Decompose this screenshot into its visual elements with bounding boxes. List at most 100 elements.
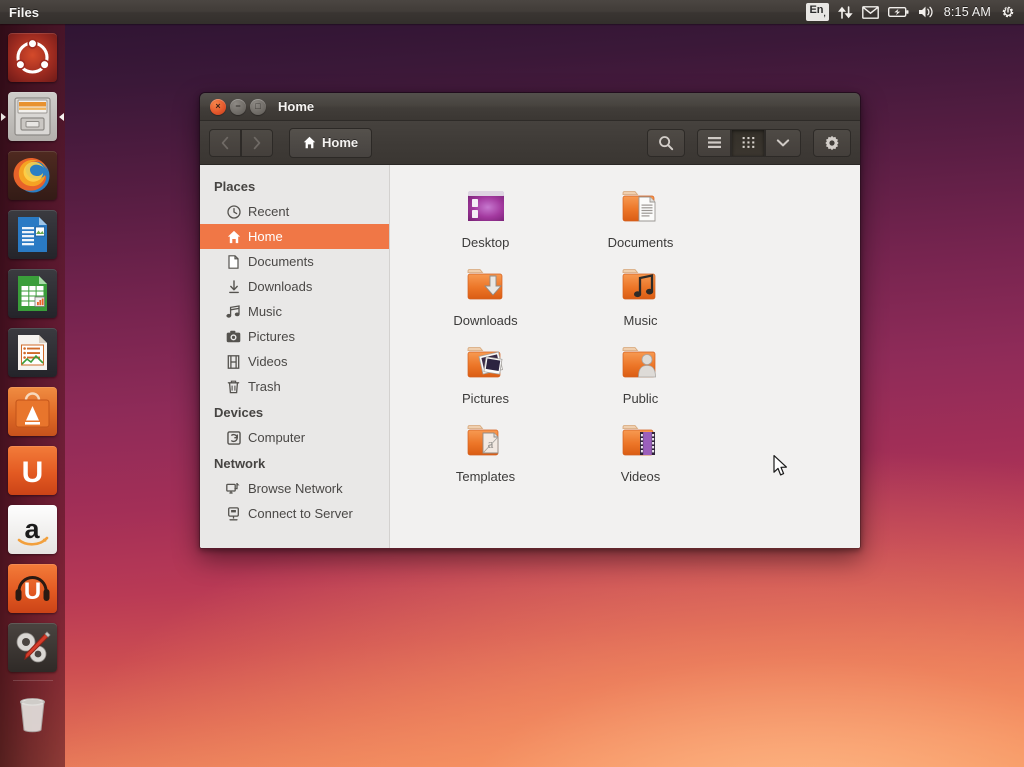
- sidebar-item-documents[interactable]: Documents: [200, 249, 389, 274]
- camera-icon: [226, 329, 241, 344]
- view-mode-group: [697, 129, 801, 157]
- videos-folder-icon: [617, 417, 665, 465]
- back-button[interactable]: [209, 129, 241, 157]
- maximize-button[interactable]: □: [250, 99, 266, 115]
- launcher-item-files[interactable]: [0, 87, 65, 146]
- file-item-videos[interactable]: Videos: [563, 415, 718, 493]
- sidebar-item-home[interactable]: Home: [200, 224, 389, 249]
- sidebar-heading-network: Network: [200, 450, 389, 476]
- public-folder-icon: [617, 339, 665, 387]
- launcher-item-libreoffice-writer[interactable]: [0, 205, 65, 264]
- app-menu-title[interactable]: Files: [9, 5, 39, 20]
- window-body: Places Recent Home Documents: [200, 165, 860, 549]
- file-item-downloads[interactable]: Downloads: [408, 259, 563, 337]
- sidebar-item-recent[interactable]: Recent: [200, 199, 389, 224]
- svg-text:a: a: [24, 514, 40, 544]
- sound-indicator[interactable]: [918, 0, 935, 24]
- launcher-item-amazon[interactable]: a: [0, 500, 65, 559]
- file-item-label: Pictures: [462, 391, 509, 406]
- file-item-pictures[interactable]: Pictures: [408, 337, 563, 415]
- file-item-music[interactable]: Music: [563, 259, 718, 337]
- messaging-indicator[interactable]: [862, 0, 879, 24]
- chevron-down-icon: [776, 138, 790, 148]
- sidebar-heading-places: Places: [200, 173, 389, 199]
- launcher-item-libreoffice-impress[interactable]: [0, 323, 65, 382]
- file-item-label: Videos: [621, 469, 661, 484]
- maximize-icon: □: [250, 99, 266, 115]
- mouse-cursor: [773, 455, 789, 483]
- file-item-public[interactable]: Public: [563, 337, 718, 415]
- launcher-item-software-updater[interactable]: U: [0, 441, 65, 500]
- trash-icon: [226, 379, 241, 394]
- network-icon: [226, 481, 241, 496]
- window-titlebar[interactable]: × − □ Home: [200, 93, 860, 121]
- clock-indicator[interactable]: 8:15 AM: [944, 0, 991, 24]
- sidebar-item-trash[interactable]: Trash: [200, 374, 389, 399]
- sidebar-item-browse-network[interactable]: Browse Network: [200, 476, 389, 501]
- file-item-documents[interactable]: Documents: [563, 181, 718, 259]
- sidebar-item-videos[interactable]: Videos: [200, 349, 389, 374]
- computer-icon: [226, 430, 241, 445]
- sidebar-heading-devices: Devices: [200, 399, 389, 425]
- unity-launcher: U a U: [0, 24, 65, 767]
- templates-folder-icon: a: [462, 417, 510, 465]
- settings-menu-button[interactable]: [813, 129, 851, 157]
- updater-u-icon: U: [8, 446, 57, 495]
- sidebar-item-label: Browse Network: [248, 481, 343, 496]
- launcher-item-ubuntu-one-music[interactable]: U: [0, 559, 65, 618]
- session-menu-indicator[interactable]: [1000, 0, 1016, 24]
- trash-icon: [8, 689, 57, 738]
- file-item-label: Downloads: [453, 313, 517, 328]
- view-options-button[interactable]: [765, 129, 801, 157]
- software-center-bag-icon: [8, 387, 57, 436]
- breadcrumb-home[interactable]: Home: [289, 128, 372, 158]
- libreoffice-writer-icon: [8, 210, 57, 259]
- gear-icon: [824, 135, 840, 151]
- navigation-buttons: [209, 129, 273, 157]
- file-manager-window: × − □ Home Home: [199, 92, 861, 549]
- launcher-item-dash-home[interactable]: [0, 28, 65, 87]
- launcher-item-trash[interactable]: [0, 684, 65, 743]
- launcher-item-firefox[interactable]: [0, 146, 65, 205]
- window-controls: × − □: [210, 99, 266, 115]
- sidebar-item-label: Pictures: [248, 329, 295, 344]
- file-item-desktop[interactable]: Desktop: [408, 181, 563, 259]
- search-button[interactable]: [647, 129, 685, 157]
- sidebar-item-music[interactable]: Music: [200, 299, 389, 324]
- download-icon: [226, 279, 241, 294]
- sidebar-item-computer[interactable]: Computer: [200, 425, 389, 450]
- running-indicator-icon: [1, 113, 6, 121]
- toolbar-right-group: [647, 129, 851, 157]
- sidebar-item-pictures[interactable]: Pictures: [200, 324, 389, 349]
- network-arrows-icon: [838, 5, 853, 20]
- grid-view-button[interactable]: [731, 129, 765, 157]
- launcher-item-libreoffice-calc[interactable]: [0, 264, 65, 323]
- launcher-item-ubuntu-software-center[interactable]: [0, 382, 65, 441]
- grid-view-icon: [741, 136, 756, 149]
- minimize-icon: −: [230, 99, 246, 115]
- sidebar-item-downloads[interactable]: Downloads: [200, 274, 389, 299]
- network-indicator[interactable]: [838, 0, 853, 24]
- file-list-area[interactable]: Desktop: [390, 165, 860, 549]
- window-title: Home: [278, 99, 314, 114]
- documents-folder-icon: [617, 183, 665, 231]
- sidebar-item-label: Downloads: [248, 279, 312, 294]
- keyboard-layout-indicator[interactable]: En,: [806, 0, 828, 24]
- sidebar-item-label: Music: [248, 304, 282, 319]
- film-icon: [226, 354, 241, 369]
- close-button[interactable]: ×: [210, 99, 226, 115]
- battery-indicator[interactable]: [888, 0, 909, 24]
- envelope-icon: [862, 6, 879, 19]
- system-settings-icon: [8, 623, 57, 672]
- sidebar-item-label: Trash: [248, 379, 281, 394]
- file-item-templates[interactable]: a Templates: [408, 415, 563, 493]
- chevron-left-icon: [220, 136, 230, 150]
- list-view-button[interactable]: [697, 129, 731, 157]
- launcher-item-system-settings[interactable]: [0, 618, 65, 677]
- sidebar-item-connect-to-server[interactable]: Connect to Server: [200, 501, 389, 526]
- file-item-label: Desktop: [462, 235, 510, 250]
- minimize-button[interactable]: −: [230, 99, 246, 115]
- clock-icon: [226, 204, 241, 219]
- libreoffice-impress-icon: [8, 328, 57, 377]
- forward-button[interactable]: [241, 129, 273, 157]
